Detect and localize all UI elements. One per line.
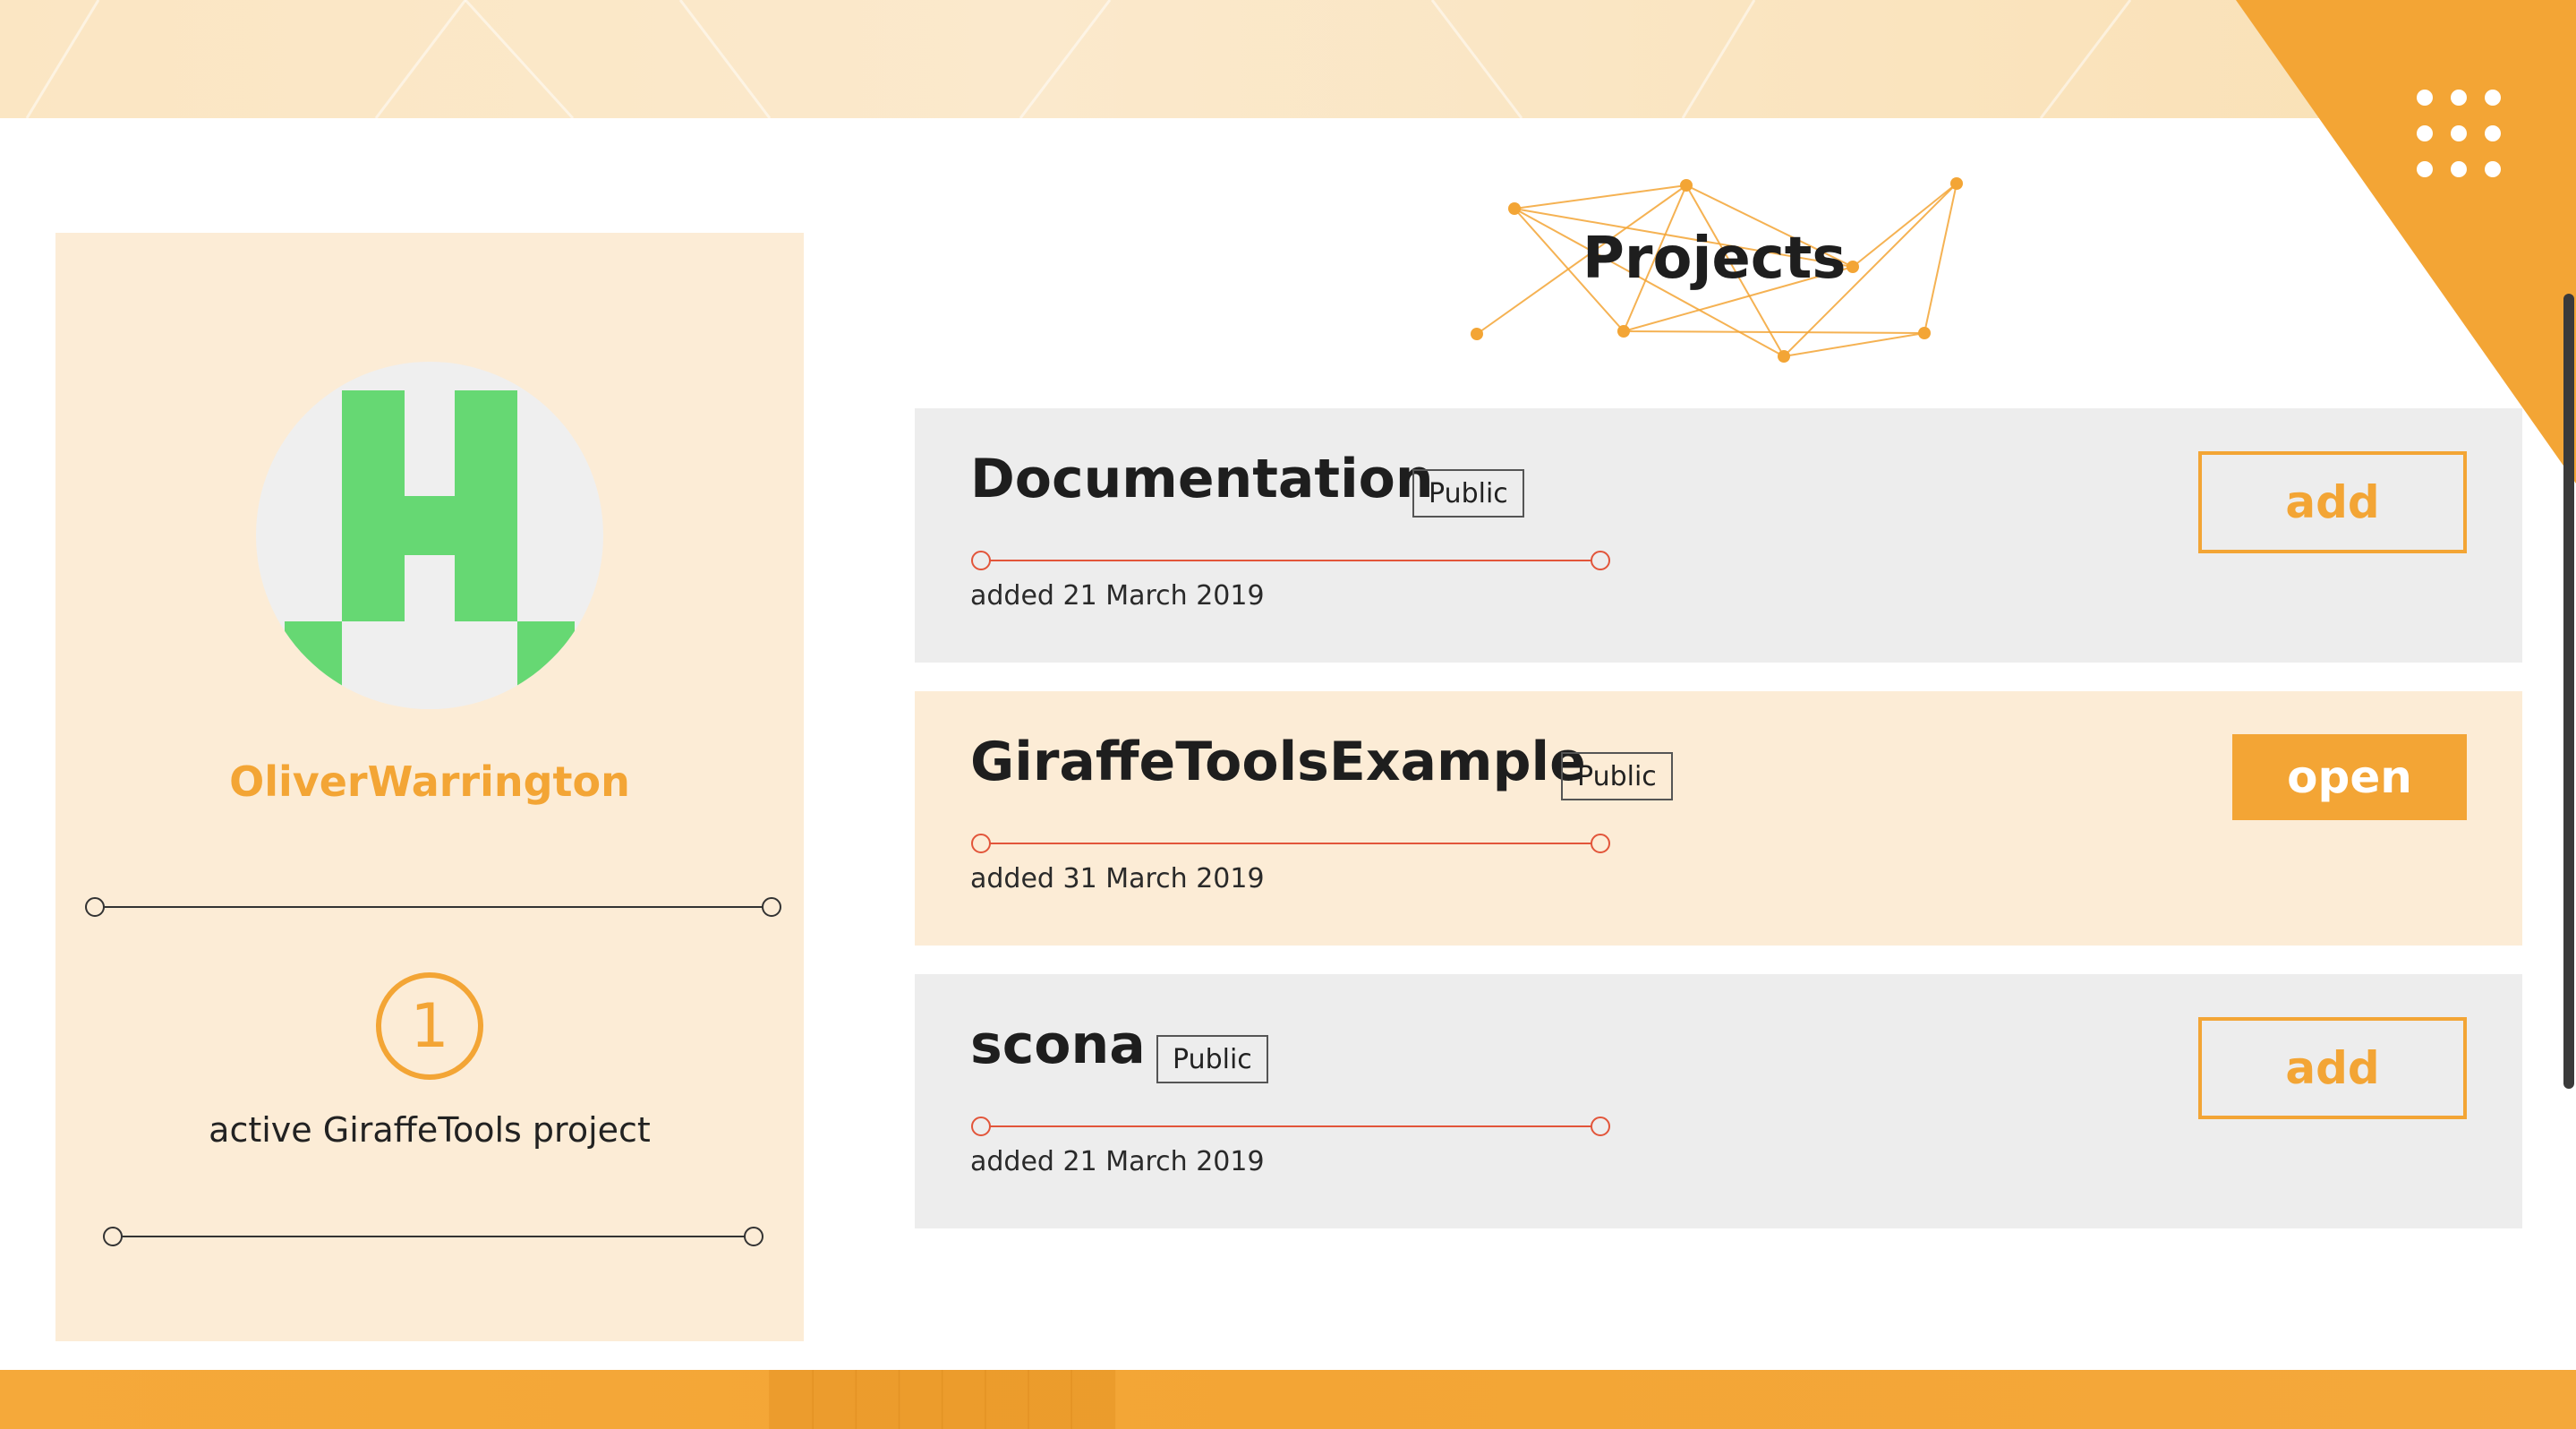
top-banner [0, 0, 2576, 118]
timeline-line [971, 551, 1610, 570]
added-date: added 21 March 2019 [970, 1146, 1265, 1177]
profile-card: OliverWarrington 1 active GiraffeTools p… [55, 233, 804, 1341]
bottom-banner: ████████ [0, 1370, 2576, 1429]
grid-dots-icon[interactable] [2417, 90, 2506, 179]
project-name[interactable]: scona [970, 1014, 1146, 1076]
active-project-label: active GiraffeTools project [209, 1110, 651, 1150]
project-card: GiraffeToolsExample Public added 31 Marc… [915, 691, 2522, 946]
avatar [256, 362, 603, 709]
added-date: added 31 March 2019 [970, 863, 1265, 894]
project-card: scona Public added 21 March 2019 add [915, 974, 2522, 1228]
project-name[interactable]: GiraffeToolsExample [970, 731, 1586, 793]
banner-code-pattern: ████████ [770, 1370, 1115, 1429]
added-date: added 21 March 2019 [970, 580, 1265, 612]
project-name[interactable]: Documentation [970, 448, 1434, 510]
add-project-button[interactable]: add [2198, 451, 2467, 553]
visibility-badge: Public [1412, 469, 1524, 518]
username: OliverWarrington [229, 757, 630, 806]
active-project-count: 1 [376, 972, 483, 1080]
add-project-button[interactable]: add [2198, 1017, 2467, 1119]
page-title: Projects [1582, 226, 1847, 292]
profile-divider-bottom [103, 1227, 763, 1246]
visibility-badge: Public [1561, 752, 1673, 800]
scrollbar-thumb[interactable] [2563, 294, 2574, 1089]
timeline-line [971, 834, 1610, 853]
project-card: Documentation Public added 21 March 2019… [915, 408, 2522, 663]
visibility-badge: Public [1156, 1035, 1268, 1083]
timeline-line [971, 1117, 1610, 1136]
banner-pattern [25, 0, 2132, 118]
open-project-button[interactable]: open [2232, 734, 2467, 820]
profile-divider-top [85, 897, 781, 917]
letter-h-avatar-icon [285, 390, 575, 709]
